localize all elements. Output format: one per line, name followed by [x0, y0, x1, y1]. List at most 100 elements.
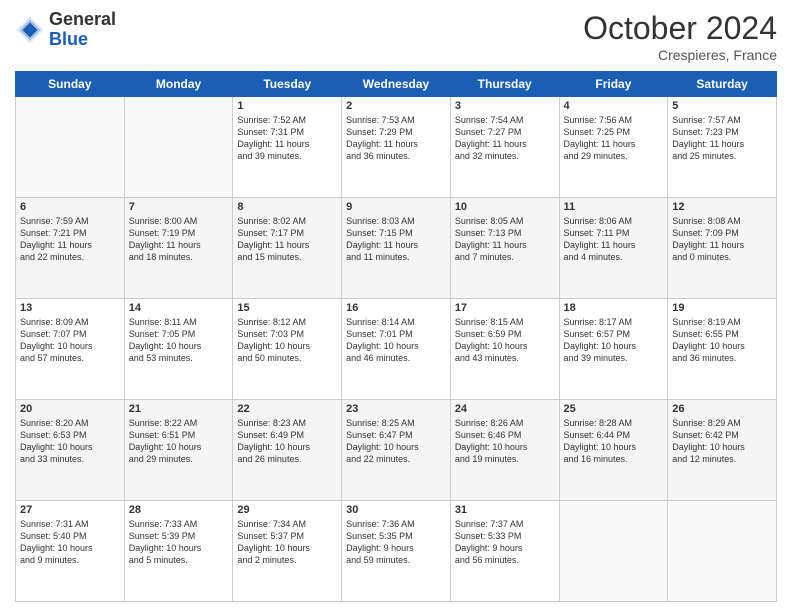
cell-content: Sunrise: 8:08 AM Sunset: 7:09 PM Dayligh… [672, 215, 772, 264]
day-number: 30 [346, 504, 446, 516]
calendar-cell: 17 Sunrise: 8:15 AM Sunset: 6:59 PM Dayli… [450, 299, 559, 400]
header-row: SundayMondayTuesdayWednesdayThursdayFrid… [16, 72, 777, 97]
day-header-wednesday: Wednesday [342, 72, 451, 97]
day-number: 6 [20, 201, 120, 213]
day-number: 18 [564, 302, 664, 314]
calendar-cell: 20 Sunrise: 8:20 AM Sunset: 6:53 PM Dayli… [16, 400, 125, 501]
day-number: 26 [672, 403, 772, 415]
cell-content: Sunrise: 7:36 AM Sunset: 5:35 PM Dayligh… [346, 518, 446, 567]
cell-content: Sunrise: 8:11 AM Sunset: 7:05 PM Dayligh… [129, 316, 229, 365]
day-header-friday: Friday [559, 72, 668, 97]
page: General Blue October 2024 Crespieres, Fr… [0, 0, 792, 612]
week-row-3: 13 Sunrise: 8:09 AM Sunset: 7:07 PM Dayli… [16, 299, 777, 400]
cell-content: Sunrise: 8:29 AM Sunset: 6:42 PM Dayligh… [672, 417, 772, 466]
calendar-cell: 26 Sunrise: 8:29 AM Sunset: 6:42 PM Dayli… [668, 400, 777, 501]
header: General Blue October 2024 Crespieres, Fr… [15, 10, 777, 63]
cell-content: Sunrise: 7:56 AM Sunset: 7:25 PM Dayligh… [564, 114, 664, 163]
cell-content: Sunrise: 8:23 AM Sunset: 6:49 PM Dayligh… [237, 417, 337, 466]
cell-content: Sunrise: 8:25 AM Sunset: 6:47 PM Dayligh… [346, 417, 446, 466]
day-number: 29 [237, 504, 337, 516]
cell-content: Sunrise: 8:09 AM Sunset: 7:07 PM Dayligh… [20, 316, 120, 365]
location: Crespieres, France [583, 47, 777, 63]
day-number: 19 [672, 302, 772, 314]
day-number: 16 [346, 302, 446, 314]
calendar-cell: 11 Sunrise: 8:06 AM Sunset: 7:11 PM Dayli… [559, 198, 668, 299]
day-number: 14 [129, 302, 229, 314]
calendar-cell: 10Sunrise: 8:05 AM Sunset: 7:13 PM Dayli… [450, 198, 559, 299]
day-header-saturday: Saturday [668, 72, 777, 97]
calendar-cell: 16 Sunrise: 8:14 AM Sunset: 7:01 PM Dayli… [342, 299, 451, 400]
calendar-cell: 1 Sunrise: 7:52 AM Sunset: 7:31 PM Daylig… [233, 97, 342, 198]
day-number: 9 [346, 201, 446, 213]
day-number: 25 [564, 403, 664, 415]
day-number: 17 [455, 302, 555, 314]
calendar-cell: 7 Sunrise: 8:00 AM Sunset: 7:19 PM Daylig… [124, 198, 233, 299]
day-header-monday: Monday [124, 72, 233, 97]
logo-general: General [49, 10, 116, 30]
cell-content: Sunrise: 8:17 AM Sunset: 6:57 PM Dayligh… [564, 316, 664, 365]
calendar-cell [124, 97, 233, 198]
cell-content: Sunrise: 7:52 AM Sunset: 7:31 PM Dayligh… [237, 114, 337, 163]
week-row-4: 20 Sunrise: 8:20 AM Sunset: 6:53 PM Dayli… [16, 400, 777, 501]
cell-content: Sunrise: 8:06 AM Sunset: 7:11 PM Dayligh… [564, 215, 664, 264]
cell-content: Sunrise: 8:26 AM Sunset: 6:46 PM Dayligh… [455, 417, 555, 466]
cell-content: Sunrise: 7:54 AM Sunset: 7:27 PM Dayligh… [455, 114, 555, 163]
cell-content: Sunrise: 8:22 AM Sunset: 6:51 PM Dayligh… [129, 417, 229, 466]
day-number: 13 [20, 302, 120, 314]
calendar-cell: 2 Sunrise: 7:53 AM Sunset: 7:29 PM Daylig… [342, 97, 451, 198]
cell-content: Sunrise: 7:33 AM Sunset: 5:39 PM Dayligh… [129, 518, 229, 567]
cell-content: Sunrise: 8:19 AM Sunset: 6:55 PM Dayligh… [672, 316, 772, 365]
calendar-cell: 23 Sunrise: 8:25 AM Sunset: 6:47 PM Dayli… [342, 400, 451, 501]
cell-content: Sunrise: 8:02 AM Sunset: 7:17 PM Dayligh… [237, 215, 337, 264]
day-header-thursday: Thursday [450, 72, 559, 97]
cell-content: Sunrise: 7:31 AM Sunset: 5:40 PM Dayligh… [20, 518, 120, 567]
day-number: 11 [564, 201, 664, 213]
cell-content: Sunrise: 7:53 AM Sunset: 7:29 PM Dayligh… [346, 114, 446, 163]
calendar-cell: 13 Sunrise: 8:09 AM Sunset: 7:07 PM Dayli… [16, 299, 125, 400]
cell-content: Sunrise: 8:00 AM Sunset: 7:19 PM Dayligh… [129, 215, 229, 264]
day-header-tuesday: Tuesday [233, 72, 342, 97]
day-number: 15 [237, 302, 337, 314]
day-number: 27 [20, 504, 120, 516]
calendar-cell: 19 Sunrise: 8:19 AM Sunset: 6:55 PM Dayli… [668, 299, 777, 400]
cell-content: Sunrise: 8:15 AM Sunset: 6:59 PM Dayligh… [455, 316, 555, 365]
logo-icon [15, 15, 45, 45]
cell-content: Sunrise: 8:28 AM Sunset: 6:44 PM Dayligh… [564, 417, 664, 466]
cell-content: Sunrise: 8:14 AM Sunset: 7:01 PM Dayligh… [346, 316, 446, 365]
title-block: October 2024 Crespieres, France [583, 10, 777, 63]
week-row-2: 6 Sunrise: 7:59 AM Sunset: 7:21 PM Daylig… [16, 198, 777, 299]
day-number: 10 [455, 201, 555, 213]
day-number: 28 [129, 504, 229, 516]
day-number: 2 [346, 100, 446, 112]
calendar-cell: 18 Sunrise: 8:17 AM Sunset: 6:57 PM Dayli… [559, 299, 668, 400]
calendar-cell: 6 Sunrise: 7:59 AM Sunset: 7:21 PM Daylig… [16, 198, 125, 299]
calendar-cell: 14 Sunrise: 8:11 AM Sunset: 7:05 PM Dayli… [124, 299, 233, 400]
week-row-1: 1 Sunrise: 7:52 AM Sunset: 7:31 PM Daylig… [16, 97, 777, 198]
calendar-cell: 21 Sunrise: 8:22 AM Sunset: 6:51 PM Dayli… [124, 400, 233, 501]
day-number: 7 [129, 201, 229, 213]
calendar-cell: 4 Sunrise: 7:56 AM Sunset: 7:25 PM Daylig… [559, 97, 668, 198]
calendar-table: SundayMondayTuesdayWednesdayThursdayFrid… [15, 71, 777, 602]
logo-text: General Blue [49, 10, 116, 50]
day-number: 22 [237, 403, 337, 415]
cell-content: Sunrise: 7:57 AM Sunset: 7:23 PM Dayligh… [672, 114, 772, 163]
calendar-cell: 25 Sunrise: 8:28 AM Sunset: 6:44 PM Dayli… [559, 400, 668, 501]
day-number: 4 [564, 100, 664, 112]
cell-content: Sunrise: 7:59 AM Sunset: 7:21 PM Dayligh… [20, 215, 120, 264]
month-title: October 2024 [583, 10, 777, 47]
calendar-cell [16, 97, 125, 198]
cell-content: Sunrise: 8:20 AM Sunset: 6:53 PM Dayligh… [20, 417, 120, 466]
day-number: 1 [237, 100, 337, 112]
calendar-cell: 8Sunrise: 8:02 AM Sunset: 7:17 PM Daylig… [233, 198, 342, 299]
cell-content: Sunrise: 8:03 AM Sunset: 7:15 PM Dayligh… [346, 215, 446, 264]
calendar-cell: 24Sunrise: 8:26 AM Sunset: 6:46 PM Dayli… [450, 400, 559, 501]
calendar-cell [559, 501, 668, 602]
calendar-cell: 28 Sunrise: 7:33 AM Sunset: 5:39 PM Dayli… [124, 501, 233, 602]
calendar-cell: 5Sunrise: 7:57 AM Sunset: 7:23 PM Daylig… [668, 97, 777, 198]
day-number: 23 [346, 403, 446, 415]
week-row-5: 27 Sunrise: 7:31 AM Sunset: 5:40 PM Dayli… [16, 501, 777, 602]
day-number: 20 [20, 403, 120, 415]
cell-content: Sunrise: 7:34 AM Sunset: 5:37 PM Dayligh… [237, 518, 337, 567]
day-number: 21 [129, 403, 229, 415]
day-header-sunday: Sunday [16, 72, 125, 97]
